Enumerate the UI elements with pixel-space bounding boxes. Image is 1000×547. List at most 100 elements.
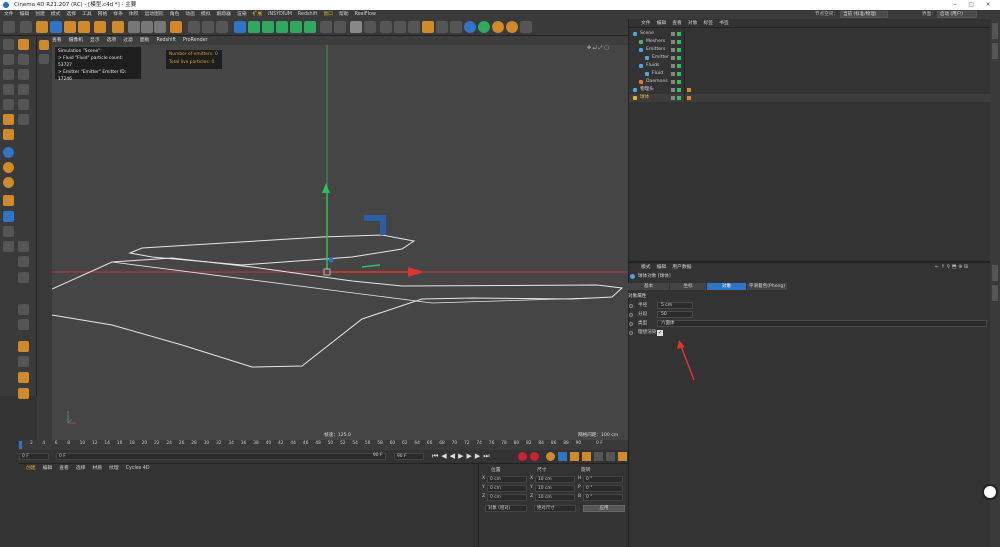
coord-size-mode-select[interactable]: 绝对尺寸	[534, 505, 576, 512]
record-icon[interactable]	[518, 452, 527, 461]
snap-icon[interactable]	[380, 21, 392, 33]
y-axis-lock-icon[interactable]	[141, 21, 153, 33]
render-picture-viewer-icon[interactable]	[202, 21, 214, 33]
grid-tool-icon[interactable]	[18, 304, 29, 315]
right-tab-attributes[interactable]	[992, 265, 998, 281]
object-name[interactable]: 物理头	[640, 86, 654, 94]
help-badge-icon[interactable]	[982, 484, 998, 500]
enabled-check-icon[interactable]	[677, 88, 681, 92]
enabled-check-icon[interactable]	[677, 40, 681, 44]
param-anim-dot-icon[interactable]	[629, 322, 633, 326]
lock-icon[interactable]	[394, 21, 406, 33]
rotation-field[interactable]: 0 °	[583, 476, 623, 483]
plugin-circle-icon[interactable]	[464, 21, 476, 33]
param-anim-dot-icon[interactable]	[629, 331, 633, 335]
visibility-dot-icon[interactable]	[671, 88, 675, 92]
param-anim-dot-icon[interactable]	[629, 313, 633, 317]
menu-item[interactable]: 编辑	[20, 10, 30, 19]
apply-button[interactable]: 应用	[583, 505, 625, 512]
visibility-dot-icon[interactable]	[671, 64, 675, 68]
maximize-button[interactable]: □	[964, 0, 978, 10]
menu-item[interactable]: 样条	[113, 10, 123, 19]
key-scale-icon[interactable]	[570, 452, 579, 461]
menu-item[interactable]: 扩展	[253, 10, 263, 19]
object-menu-item[interactable]: 编辑	[657, 21, 667, 26]
object-name[interactable]: Meshers	[646, 38, 665, 46]
cloner-icon[interactable]	[290, 21, 302, 33]
enable-axis-icon[interactable]	[3, 99, 14, 110]
viewport-solo-icon[interactable]	[3, 114, 14, 125]
menu-item[interactable]: 跟踪器	[217, 10, 231, 19]
light-icon[interactable]	[350, 21, 362, 33]
timeline-ruler[interactable]: 2 4 6 8 10 12 14 16 18 20 22 24 26 28 30 32 34 36 38 40 42 44…	[18, 440, 628, 450]
object-name[interactable]: Daemons	[646, 78, 668, 86]
viewport-menu-item[interactable]: 过滤	[123, 36, 133, 45]
transform-tool-icon[interactable]	[112, 21, 124, 33]
right-tab-layers[interactable]	[992, 285, 998, 301]
menu-item[interactable]: 模式	[51, 10, 61, 19]
visibility-dot-icon[interactable]	[671, 56, 675, 60]
viewport-menu-item[interactable]: 摄像机	[69, 36, 83, 45]
x-axis-lock-icon[interactable]	[128, 21, 140, 33]
playback-controls[interactable]: ⏮◀◀▶▶▶⏭	[432, 452, 493, 461]
enabled-check-icon[interactable]	[677, 32, 681, 36]
attribute-tab[interactable]: 对象	[707, 283, 746, 290]
camera-icon[interactable]	[334, 21, 346, 33]
attribute-menu-item[interactable]: 编辑	[657, 265, 667, 270]
pivot-dot[interactable]	[328, 257, 334, 263]
redo-icon[interactable]	[20, 21, 32, 33]
sculpt-icon[interactable]	[3, 195, 14, 206]
attribute-tab[interactable]: 基本	[628, 283, 669, 290]
tweak-mode-icon[interactable]	[18, 99, 29, 110]
scale-tool-icon[interactable]	[64, 21, 76, 33]
autokey-icon[interactable]	[530, 452, 539, 461]
object-menu-item[interactable]: 标签	[703, 21, 713, 26]
plugin-s-icon[interactable]	[506, 21, 518, 33]
plugin-s-orange-icon[interactable]	[3, 177, 14, 188]
visibility-dot-icon[interactable]	[671, 72, 675, 76]
uv-mode-icon[interactable]	[18, 84, 29, 95]
object-menu-item[interactable]: 书签	[719, 21, 729, 26]
coord-mode-select[interactable]: 对象 (相对)	[485, 505, 527, 512]
spline-tool-icon[interactable]	[18, 341, 29, 352]
attribute-menu-item[interactable]: 模式	[641, 265, 651, 270]
make-editable-icon[interactable]	[3, 39, 14, 50]
cube-object-icon[interactable]	[234, 21, 246, 33]
right-tab-content[interactable]	[992, 43, 998, 59]
enabled-check-icon[interactable]	[677, 80, 681, 84]
object-name[interactable]: 球体	[640, 94, 649, 102]
menu-item[interactable]: 动画	[185, 10, 195, 19]
tag-icon[interactable]	[687, 96, 691, 100]
enabled-check-icon[interactable]	[677, 56, 681, 60]
grid-icon[interactable]	[450, 21, 462, 33]
object-menu-item[interactable]: 对象	[688, 21, 698, 26]
bend-tool-icon[interactable]	[18, 372, 29, 383]
ideal-render-checkbox[interactable]: ✓	[657, 330, 663, 336]
radius-field[interactable]: 5 cm	[657, 302, 693, 309]
object-menu-item[interactable]: 查看	[672, 21, 682, 26]
render-settings-icon[interactable]	[216, 21, 228, 33]
menu-item[interactable]: INSYDIUM	[268, 10, 292, 19]
workplane-icon[interactable]	[408, 21, 420, 33]
minimize-button[interactable]: –	[948, 0, 962, 10]
plugin-s-blue-icon[interactable]	[3, 147, 14, 158]
object-name[interactable]: Fluid	[652, 70, 663, 78]
size-field[interactable]: 10 cm	[535, 494, 575, 501]
axis-icon[interactable]	[422, 21, 434, 33]
viewport-nav-icons[interactable]: ✥ ⤾ ⤢ ▢	[587, 45, 609, 51]
array-icon[interactable]	[276, 21, 288, 33]
model-mode-icon[interactable]	[18, 39, 29, 50]
plugin-b-icon[interactable]	[478, 21, 490, 33]
enabled-check-icon[interactable]	[677, 72, 681, 76]
menu-item[interactable]: RealFlow	[355, 10, 376, 19]
attribute-menu-item[interactable]: 用户数据	[672, 265, 691, 270]
edges-mode-icon[interactable]	[18, 69, 29, 80]
attribute-tab[interactable]: 平滑着色(Phong)	[747, 283, 787, 290]
material-menu-item[interactable]: 创建	[26, 466, 36, 471]
timeline-menu-icon[interactable]	[618, 452, 627, 461]
frame-range-field[interactable]: 0 F	[56, 453, 386, 460]
arc-tool-icon[interactable]	[18, 388, 29, 399]
deformer-icon[interactable]	[304, 21, 316, 33]
key-rotate-icon[interactable]	[582, 452, 591, 461]
enabled-check-icon[interactable]	[677, 96, 681, 100]
